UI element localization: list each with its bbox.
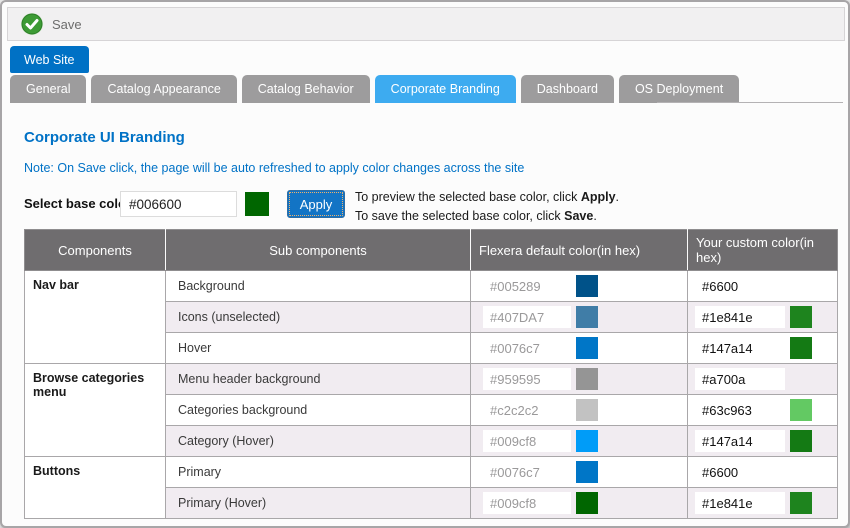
save-button[interactable]: Save bbox=[20, 12, 82, 36]
default-color-swatch[interactable] bbox=[576, 275, 598, 297]
tab-general[interactable]: General bbox=[10, 75, 86, 103]
tab-dashboard[interactable]: Dashboard bbox=[521, 75, 614, 103]
default-color-swatch[interactable] bbox=[576, 399, 598, 421]
sub-component-cell: Category (Hover) bbox=[166, 426, 471, 457]
custom-color-swatch[interactable] bbox=[790, 306, 812, 328]
default-hex-input[interactable] bbox=[483, 399, 571, 421]
header-components: Components bbox=[25, 230, 166, 271]
tab-catalog-appearance[interactable]: Catalog Appearance bbox=[91, 75, 236, 103]
default-color-cell bbox=[471, 364, 688, 395]
default-hex-input[interactable] bbox=[483, 275, 571, 297]
default-hex-input[interactable] bbox=[483, 337, 571, 359]
custom-hex-input[interactable] bbox=[695, 461, 785, 483]
custom-hex-input[interactable] bbox=[695, 368, 785, 390]
save-label: Save bbox=[52, 17, 82, 32]
apply-button[interactable]: Apply bbox=[287, 190, 345, 218]
sub-component-cell: Icons (unselected) bbox=[166, 302, 471, 333]
table-header-row: Components Sub components Flexera defaul… bbox=[25, 230, 838, 271]
default-color-cell bbox=[471, 395, 688, 426]
tab-dashboard-label: Dashboard bbox=[537, 82, 598, 96]
header-sub-components: Sub components bbox=[166, 230, 471, 271]
tab-os-deployment[interactable]: OS Deployment bbox=[619, 75, 739, 103]
custom-color-swatch[interactable] bbox=[790, 430, 812, 452]
default-color-cell bbox=[471, 333, 688, 364]
page-note: Note: On Save click, the page will be au… bbox=[24, 161, 524, 175]
toolbar: Save bbox=[7, 7, 845, 41]
instruction-line-1: To preview the selected base color, clic… bbox=[355, 188, 619, 207]
tab-catalog-behavior[interactable]: Catalog Behavior bbox=[242, 75, 370, 103]
custom-hex-input[interactable] bbox=[695, 306, 785, 328]
sub-component-cell: Background bbox=[166, 271, 471, 302]
custom-color-cell bbox=[688, 333, 838, 364]
custom-color-cell bbox=[688, 271, 838, 302]
default-color-swatch[interactable] bbox=[576, 306, 598, 328]
default-color-swatch[interactable] bbox=[576, 430, 598, 452]
save-check-icon bbox=[20, 12, 44, 36]
custom-color-cell bbox=[688, 426, 838, 457]
table-row: Browse categories menuMenu header backgr… bbox=[25, 364, 838, 395]
instruction-line-2: To save the selected base color, click S… bbox=[355, 207, 619, 226]
tab-catalog-behavior-label: Catalog Behavior bbox=[258, 82, 354, 96]
component-cell: Nav bar bbox=[25, 271, 166, 364]
branding-table-body: Nav barBackgroundIcons (unselected)Hover… bbox=[25, 271, 838, 519]
base-color-swatch[interactable] bbox=[245, 192, 269, 216]
custom-color-cell bbox=[688, 457, 838, 488]
custom-color-cell bbox=[688, 302, 838, 333]
app-window: Save Web Site General Catalog Appearance… bbox=[0, 0, 850, 528]
custom-hex-input[interactable] bbox=[695, 492, 785, 514]
default-color-cell bbox=[471, 488, 688, 519]
tab-catalog-appearance-label: Catalog Appearance bbox=[107, 82, 220, 96]
sub-component-cell: Categories background bbox=[166, 395, 471, 426]
header-default-color: Flexera default color(in hex) bbox=[471, 230, 688, 271]
header-custom-color: Your custom color(in hex) bbox=[688, 230, 838, 271]
default-hex-input[interactable] bbox=[483, 430, 571, 452]
tabstrip-underline bbox=[657, 102, 843, 103]
sub-component-cell: Hover bbox=[166, 333, 471, 364]
default-color-cell bbox=[471, 271, 688, 302]
tab-corporate-branding[interactable]: Corporate Branding bbox=[375, 75, 516, 103]
custom-color-cell bbox=[688, 395, 838, 426]
default-color-swatch[interactable] bbox=[576, 368, 598, 390]
sub-component-cell: Primary (Hover) bbox=[166, 488, 471, 519]
default-hex-input[interactable] bbox=[483, 492, 571, 514]
tab-web-site-label: Web Site bbox=[24, 53, 75, 67]
custom-color-swatch[interactable] bbox=[790, 492, 812, 514]
table-row: ButtonsPrimary bbox=[25, 457, 838, 488]
custom-color-cell bbox=[688, 364, 838, 395]
custom-hex-input[interactable] bbox=[695, 430, 785, 452]
custom-color-swatch[interactable] bbox=[790, 399, 812, 421]
sub-component-cell: Menu header background bbox=[166, 364, 471, 395]
apply-save-instructions: To preview the selected base color, clic… bbox=[355, 188, 619, 226]
custom-color-swatch[interactable] bbox=[790, 337, 812, 359]
custom-color-cell bbox=[688, 488, 838, 519]
custom-hex-input[interactable] bbox=[695, 337, 785, 359]
default-hex-input[interactable] bbox=[483, 306, 571, 328]
component-cell: Browse categories menu bbox=[25, 364, 166, 457]
custom-hex-input[interactable] bbox=[695, 399, 785, 421]
branding-table: Components Sub components Flexera defaul… bbox=[24, 229, 838, 519]
tab-os-deployment-label: OS Deployment bbox=[635, 82, 723, 96]
default-color-swatch[interactable] bbox=[576, 337, 598, 359]
default-color-cell bbox=[471, 302, 688, 333]
tab-corporate-branding-label: Corporate Branding bbox=[391, 82, 500, 96]
default-color-swatch[interactable] bbox=[576, 461, 598, 483]
default-color-cell bbox=[471, 457, 688, 488]
default-hex-input[interactable] bbox=[483, 368, 571, 390]
default-color-swatch[interactable] bbox=[576, 492, 598, 514]
base-color-input[interactable] bbox=[120, 191, 237, 217]
tab-general-label: General bbox=[26, 82, 70, 96]
component-cell: Buttons bbox=[25, 457, 166, 519]
custom-hex-input[interactable] bbox=[695, 275, 785, 297]
default-hex-input[interactable] bbox=[483, 461, 571, 483]
default-color-cell bbox=[471, 426, 688, 457]
table-row: Nav barBackground bbox=[25, 271, 838, 302]
tab-web-site[interactable]: Web Site bbox=[10, 46, 89, 73]
tab-strip: General Catalog Appearance Catalog Behav… bbox=[10, 75, 739, 103]
sub-component-cell: Primary bbox=[166, 457, 471, 488]
page-title: Corporate UI Branding bbox=[24, 129, 185, 146]
